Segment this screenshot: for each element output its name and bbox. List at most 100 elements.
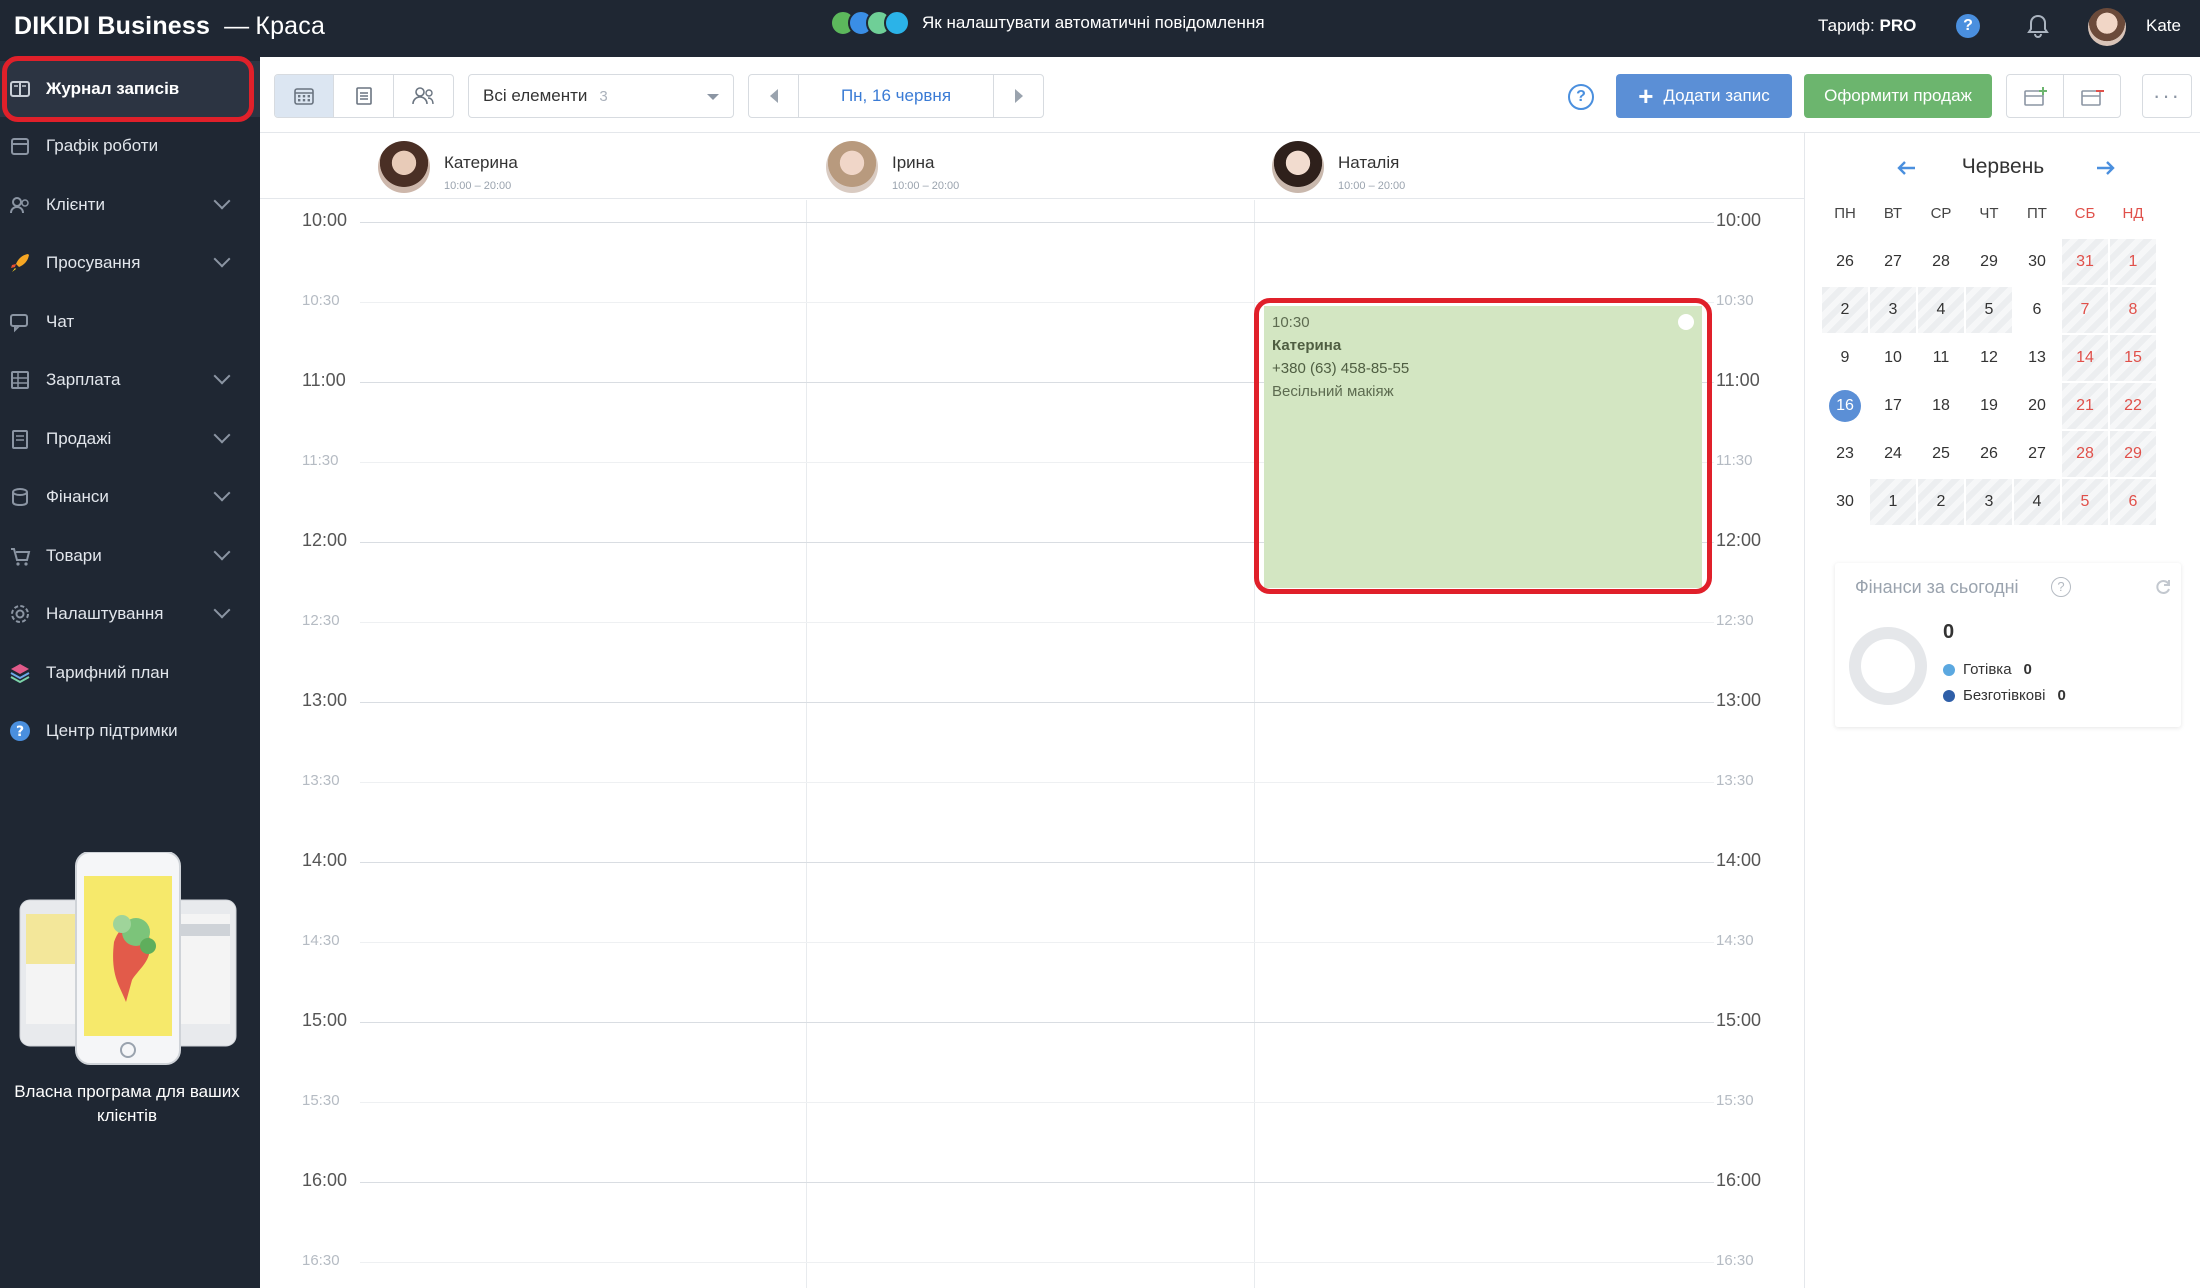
calendar-day[interactable]: 15 bbox=[2110, 335, 2156, 381]
calendar-day[interactable]: 29 bbox=[1966, 239, 2012, 285]
help-icon[interactable]: ? bbox=[1568, 84, 1594, 110]
finance-row-value: 0 bbox=[2023, 661, 2032, 678]
calendar-day[interactable]: 4 bbox=[1918, 287, 1964, 333]
calendar-day-number: 30 bbox=[1836, 493, 1854, 510]
staff-avatar bbox=[826, 141, 878, 193]
sidebar-item-sales[interactable]: Продажі bbox=[0, 411, 260, 467]
calendar-day[interactable]: 31 bbox=[2062, 239, 2108, 285]
calendar-view-icon[interactable] bbox=[275, 75, 335, 117]
current-date[interactable]: Пн, 16 червня bbox=[799, 75, 993, 117]
calendar-day[interactable]: 11 bbox=[1918, 335, 1964, 381]
calendar-day[interactable]: 13 bbox=[2014, 335, 2060, 381]
schedule-grid[interactable]: 10:00 10:00 10:30 10:30 11:00 11:00 11:30 11:30… bbox=[260, 200, 1804, 1288]
sidebar-item-settings[interactable]: Налаштування bbox=[0, 586, 260, 642]
next-day-button[interactable] bbox=[993, 75, 1043, 117]
prev-day-button[interactable] bbox=[749, 75, 799, 117]
cash-in-icon[interactable] bbox=[2006, 74, 2064, 118]
finance-title: Фінанси за сьогодні bbox=[1855, 577, 2019, 597]
calendar-day[interactable]: 19 bbox=[1966, 383, 2012, 429]
calendar-day-today[interactable]: 16 bbox=[1822, 383, 1868, 429]
calendar-day[interactable]: 20 bbox=[2014, 383, 2060, 429]
app-promo-image[interactable] bbox=[14, 851, 242, 1072]
calendar-day[interactable]: 22 bbox=[2110, 383, 2156, 429]
calendar-day-number: 10 bbox=[1884, 349, 1902, 366]
calendar-day[interactable]: 27 bbox=[2014, 431, 2060, 477]
calendar-day[interactable]: 3 bbox=[1966, 479, 2012, 525]
staff-view-icon[interactable] bbox=[394, 75, 453, 117]
make-sale-button[interactable]: Оформити продаж bbox=[1804, 74, 1992, 118]
user-avatar[interactable] bbox=[2088, 8, 2126, 46]
calendar-day[interactable]: 28 bbox=[1918, 239, 1964, 285]
calendar-day[interactable]: 5 bbox=[2062, 479, 2108, 525]
calendar-day[interactable]: 28 bbox=[2062, 431, 2108, 477]
calendar-day[interactable]: 30 bbox=[1822, 479, 1868, 525]
help-icon[interactable]: ? bbox=[2051, 577, 2071, 597]
sidebar-item-chat[interactable]: Чат bbox=[0, 294, 260, 350]
bell-icon[interactable] bbox=[2024, 12, 2052, 40]
promo-banner[interactable]: Як налаштувати автоматичні повідомлення bbox=[830, 10, 1265, 36]
sidebar-item-promotion[interactable]: Просування bbox=[0, 235, 260, 291]
calendar-day[interactable]: 6 bbox=[2014, 287, 2060, 333]
calendar-day[interactable]: 27 bbox=[1870, 239, 1916, 285]
sidebar-item-support[interactable]: ? Центр підтримки bbox=[0, 703, 260, 759]
sidebar-item-goods[interactable]: Товари bbox=[0, 528, 260, 584]
calendar-day[interactable]: 25 bbox=[1918, 431, 1964, 477]
calendar-day-number: 3 bbox=[1888, 301, 1898, 318]
calendar-day[interactable]: 2 bbox=[1822, 287, 1868, 333]
tariff-info[interactable]: Тариф: PRO bbox=[1818, 16, 1916, 36]
finance-row-value: 0 bbox=[2057, 687, 2066, 704]
time-label: 10:30 bbox=[302, 292, 340, 309]
calendar-day[interactable]: 7 bbox=[2062, 287, 2108, 333]
calendar-day[interactable]: 3 bbox=[1870, 287, 1916, 333]
more-options-icon[interactable]: ··· bbox=[2142, 74, 2192, 118]
calendar-day[interactable]: 2 bbox=[1918, 479, 1964, 525]
sidebar-item-finance[interactable]: Фінанси bbox=[0, 469, 260, 525]
calendar-day[interactable]: 26 bbox=[1822, 239, 1868, 285]
cash-out-icon[interactable] bbox=[2063, 74, 2121, 118]
calendar-day-number: 20 bbox=[2028, 397, 2046, 414]
user-name[interactable]: Kate bbox=[2146, 16, 2181, 36]
refresh-icon[interactable] bbox=[2153, 577, 2173, 602]
time-gridline bbox=[360, 942, 1714, 943]
calendar-day[interactable]: 21 bbox=[2062, 383, 2108, 429]
calendar-day[interactable]: 8 bbox=[2110, 287, 2156, 333]
toolbar: Всі елементи 3 Пн, 16 червня ? + Додати … bbox=[260, 57, 2200, 133]
sidebar-item-salary[interactable]: Зарплата bbox=[0, 352, 260, 408]
add-appointment-button[interactable]: + Додати запис bbox=[1616, 74, 1792, 118]
calendar-day[interactable]: 24 bbox=[1870, 431, 1916, 477]
staff-avatar bbox=[1272, 141, 1324, 193]
calendar-day[interactable]: 6 bbox=[2110, 479, 2156, 525]
sidebar-item-tariff[interactable]: Тарифний план bbox=[0, 645, 260, 701]
calendar-day[interactable]: 29 bbox=[2110, 431, 2156, 477]
calendar-day[interactable]: 9 bbox=[1822, 335, 1868, 381]
calendar-day[interactable]: 30 bbox=[2014, 239, 2060, 285]
calendar-day[interactable]: 1 bbox=[2110, 239, 2156, 285]
app-promo-text[interactable]: Власна програма для ваших клієнтів bbox=[0, 1080, 254, 1128]
finance-row-cashless: Безготівкові 0 bbox=[1943, 687, 2066, 704]
app-brand[interactable]: DIKIDI Business — Краса bbox=[14, 12, 325, 41]
arrow-right-icon[interactable] bbox=[2095, 159, 2117, 182]
weekday-label: ПТ bbox=[2027, 205, 2047, 222]
sidebar-item-clients[interactable]: Клієнти bbox=[0, 177, 260, 233]
calendar-day[interactable]: 12 bbox=[1966, 335, 2012, 381]
filter-count: 3 bbox=[599, 87, 608, 105]
plus-icon: + bbox=[1638, 81, 1654, 111]
calendar-day[interactable]: 17 bbox=[1870, 383, 1916, 429]
calendar-day[interactable]: 5 bbox=[1966, 287, 2012, 333]
calendar-day[interactable]: 1 bbox=[1870, 479, 1916, 525]
time-label: 10:00 bbox=[1716, 210, 1762, 230]
help-icon[interactable]: ? bbox=[1956, 14, 1980, 38]
list-view-icon[interactable] bbox=[334, 75, 394, 117]
calendar-day[interactable]: 26 bbox=[1966, 431, 2012, 477]
calendar-day[interactable]: 18 bbox=[1918, 383, 1964, 429]
calendar-day-number: 18 bbox=[1932, 397, 1950, 414]
calendar-day-number: 5 bbox=[1984, 301, 1994, 318]
calendar-day[interactable]: 10 bbox=[1870, 335, 1916, 381]
calendar-day[interactable]: 23 bbox=[1822, 431, 1868, 477]
elements-filter-select[interactable]: Всі елементи 3 bbox=[468, 74, 734, 118]
sidebar-item-schedule[interactable]: Графік роботи bbox=[0, 118, 260, 174]
arrow-left-icon[interactable] bbox=[1895, 159, 1917, 182]
calendar-day-number: 15 bbox=[2124, 349, 2142, 366]
calendar-day[interactable]: 14 bbox=[2062, 335, 2108, 381]
calendar-day[interactable]: 4 bbox=[2014, 479, 2060, 525]
